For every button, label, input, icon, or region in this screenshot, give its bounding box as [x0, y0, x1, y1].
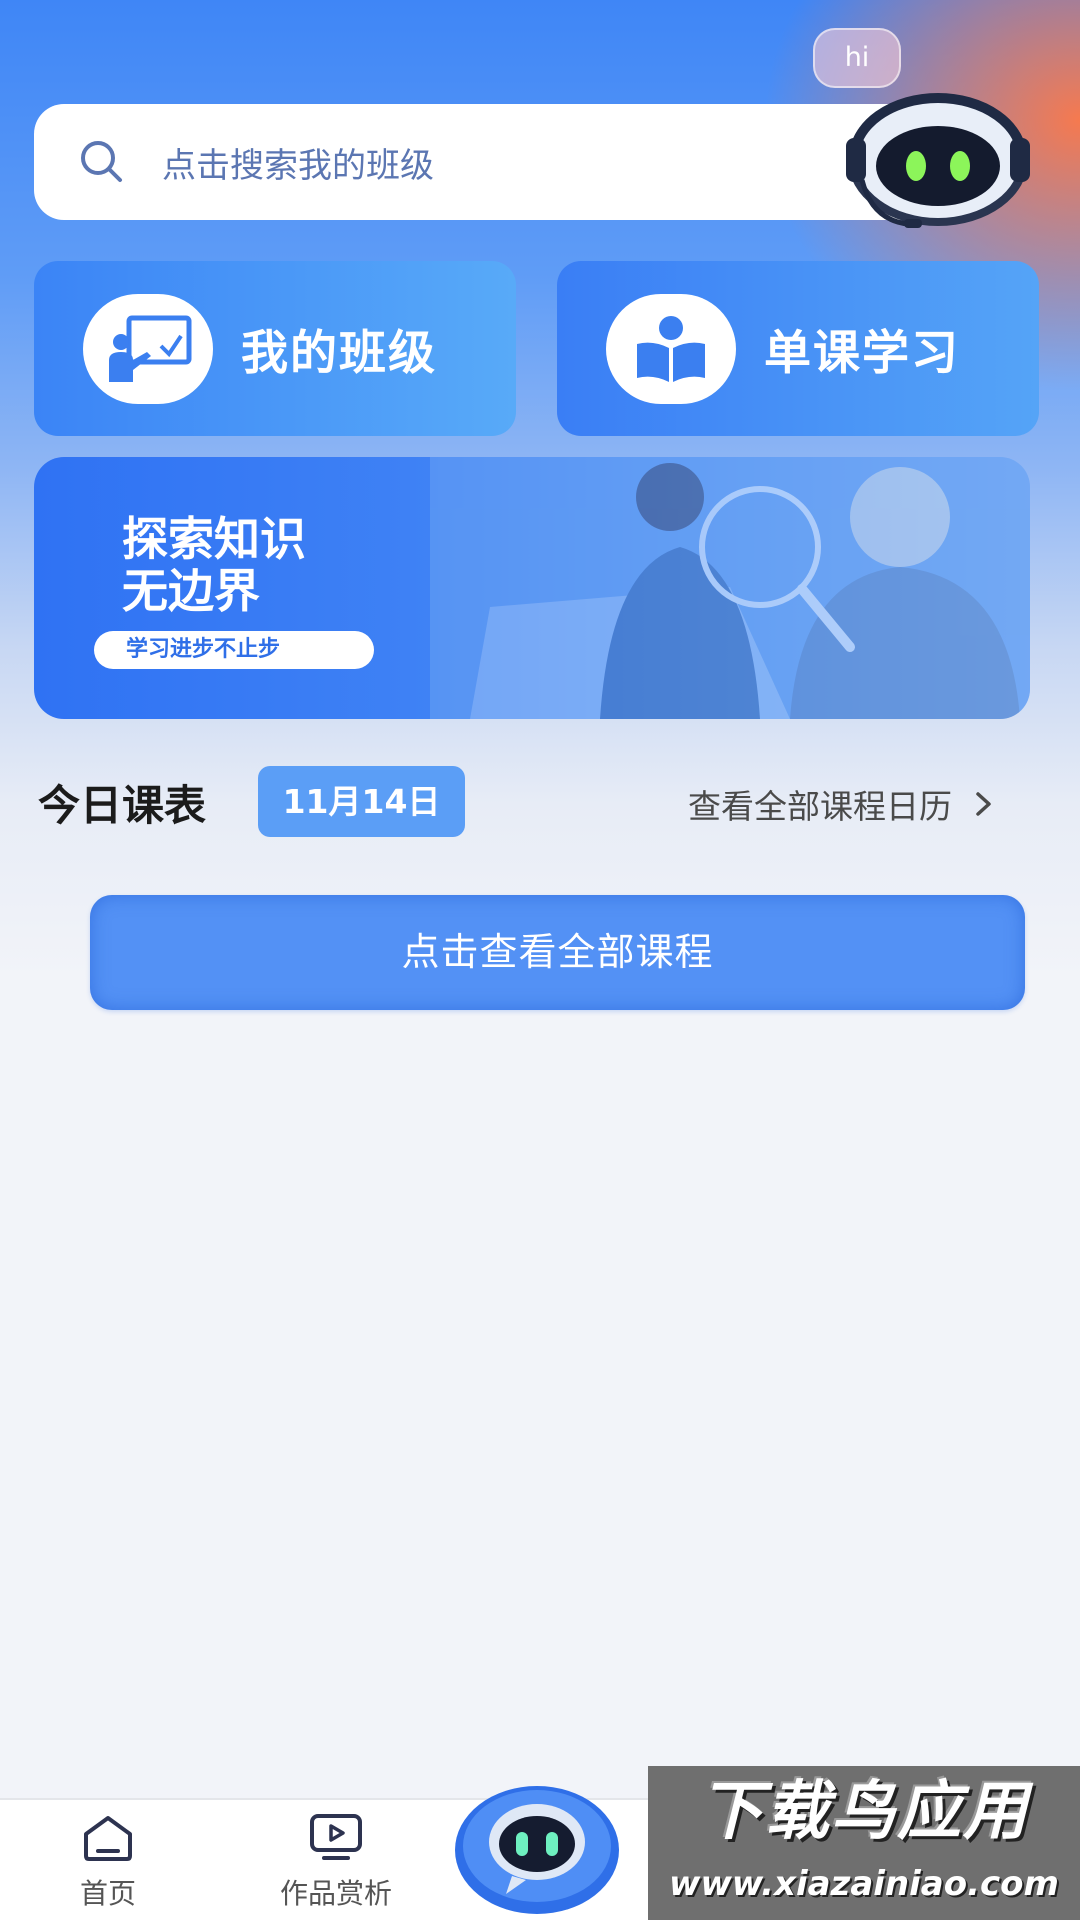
tab-home-label: 首页 — [79, 1877, 136, 1910]
date-badge: 11月14日 — [258, 766, 465, 837]
tab-works[interactable]: 作品赏析 — [236, 1812, 436, 1912]
classroom-teacher-icon — [83, 293, 213, 404]
hi-bubble[interactable]: hi — [813, 28, 901, 88]
watermark-logo: 下载鸟应用 www.xiazainiao.com — [648, 1766, 1080, 1920]
robot-assistant-icon[interactable] — [832, 88, 1044, 238]
view-all-courses-button[interactable]: 点击查看全部课程 — [90, 895, 1025, 1010]
tab-works-label: 作品赏析 — [279, 1877, 392, 1910]
schedule-title: 今日课表 — [38, 781, 207, 830]
watermark-url: www.xiazainiao.com — [669, 1864, 1059, 1904]
banner-title-line1: 探索知识 — [122, 512, 306, 566]
video-play-icon — [310, 1814, 362, 1860]
my-class-label: 我的班级 — [241, 326, 437, 381]
calendar-link[interactable]: 查看全部课程日历 — [688, 780, 994, 828]
calendar-link-label: 查看全部课程日历 — [688, 787, 952, 826]
single-lesson-label: 单课学习 — [764, 326, 960, 381]
tab-home[interactable]: 首页 — [8, 1812, 208, 1912]
banner-tag: 学习进步不止步 — [94, 631, 374, 669]
watermark-title: 下载鸟应用 — [699, 1775, 1029, 1849]
single-lesson-card[interactable]: 单课学习 — [557, 261, 1039, 436]
promo-banner[interactable]: 探索知识 无边界 学习进步不止步 — [34, 457, 1030, 719]
banner-title-line2: 无边界 — [122, 564, 260, 618]
study-scene-illustration — [430, 457, 1030, 719]
home-icon — [84, 1816, 132, 1861]
reading-student-icon — [606, 293, 736, 404]
chevron-right-icon — [976, 792, 991, 816]
search-icon — [81, 141, 122, 182]
banner-title: 探索知识 无边界 — [122, 513, 422, 617]
robot-icon[interactable] — [454, 1776, 620, 1916]
my-class-card[interactable]: 我的班级 — [34, 261, 516, 436]
search-placeholder: 点击搜索我的班级 — [162, 145, 434, 186]
